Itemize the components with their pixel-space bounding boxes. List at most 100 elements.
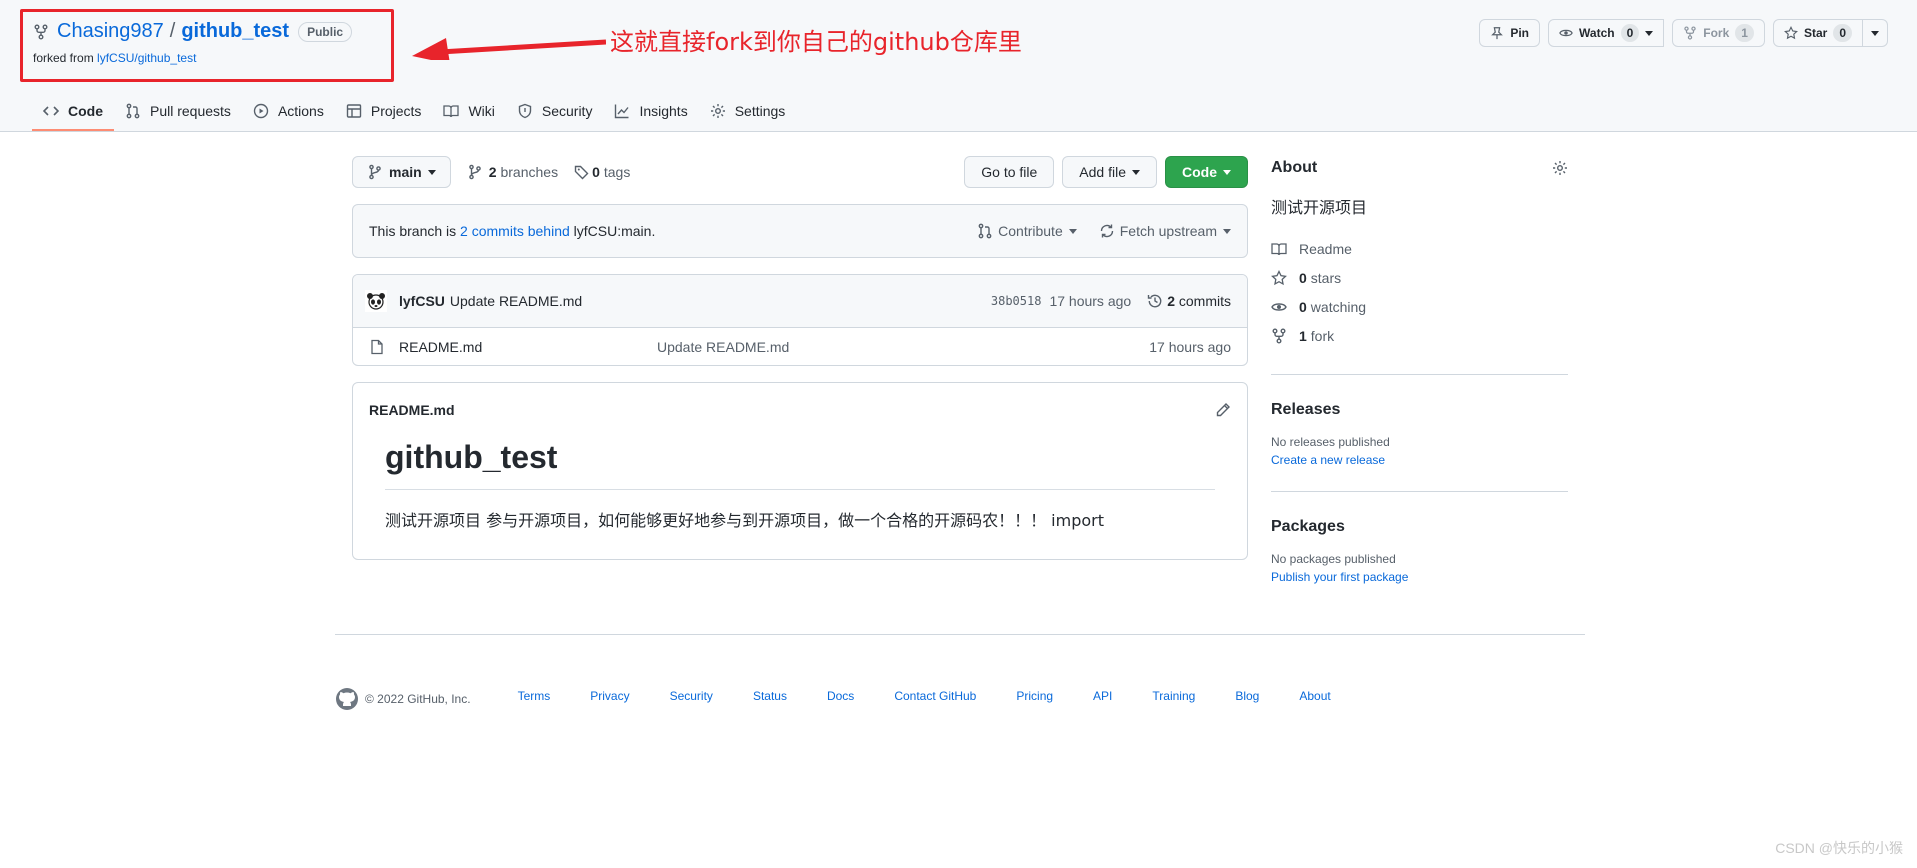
git-pull-request-icon bbox=[126, 103, 140, 119]
tags-link[interactable]: 0 tags bbox=[574, 164, 630, 180]
fork-label: Fork bbox=[1703, 26, 1730, 40]
repo-forked-icon bbox=[1684, 26, 1696, 40]
chevron-down-icon bbox=[1223, 169, 1231, 175]
readme-box: README.md github_test 测试开源项目 参与开源项目，如何能够… bbox=[352, 382, 1248, 560]
branches-link[interactable]: 2 branches bbox=[467, 164, 558, 180]
footer-link-security[interactable]: Security bbox=[670, 689, 713, 703]
tab-pull-requests[interactable]: Pull requests bbox=[114, 92, 242, 130]
pencil-icon[interactable] bbox=[1215, 402, 1231, 418]
watch-label: Watch bbox=[1579, 26, 1615, 40]
commits-behind-link[interactable]: 2 commits behind bbox=[460, 223, 570, 239]
repo-content: main 2 branches 0 tags Go to file Add fi… bbox=[352, 156, 1248, 560]
repo-sidebar: About 测试开源项目 Readme 0 stars 0 watching 1… bbox=[1271, 156, 1568, 584]
fork-button[interactable]: Fork 1 bbox=[1672, 19, 1765, 47]
pin-label: Pin bbox=[1510, 26, 1530, 40]
chevron-down-icon bbox=[1132, 169, 1140, 175]
tab-insights[interactable]: Insights bbox=[603, 92, 698, 130]
forks-link[interactable]: 1 fork bbox=[1271, 321, 1568, 350]
about-header: About bbox=[1271, 156, 1568, 180]
star-list-dropdown[interactable] bbox=[1863, 19, 1888, 47]
create-release-link[interactable]: Create a new release bbox=[1271, 453, 1568, 467]
footer-link-privacy[interactable]: Privacy bbox=[590, 689, 629, 703]
github-logo-icon[interactable] bbox=[335, 687, 359, 711]
branch-name: main bbox=[389, 164, 422, 180]
fork-count: 1 bbox=[1299, 327, 1307, 344]
fetch-upstream-label: Fetch upstream bbox=[1119, 223, 1217, 239]
pin-button[interactable]: Pin bbox=[1479, 19, 1541, 47]
readme-heading: github_test bbox=[385, 437, 1215, 490]
readme-filename: README.md bbox=[369, 402, 455, 418]
star-icon bbox=[1784, 26, 1798, 40]
tab-label: Code bbox=[68, 103, 103, 119]
play-icon bbox=[253, 103, 269, 119]
tab-projects[interactable]: Projects bbox=[335, 92, 433, 130]
star-button[interactable]: Star 0 bbox=[1772, 19, 1863, 47]
branch-select-button[interactable]: main bbox=[352, 156, 451, 188]
eye-icon bbox=[1559, 29, 1573, 37]
footer-link-docs[interactable]: Docs bbox=[827, 689, 854, 703]
contribute-label: Contribute bbox=[998, 223, 1063, 239]
releases-empty: No releases published bbox=[1271, 435, 1390, 449]
footer-link-status[interactable]: Status bbox=[753, 689, 787, 703]
commit-sha-link[interactable]: 38b0518 bbox=[991, 294, 1042, 308]
tab-actions[interactable]: Actions bbox=[242, 92, 335, 130]
footer-link-about[interactable]: About bbox=[1299, 689, 1330, 703]
footer-link-pricing[interactable]: Pricing bbox=[1016, 689, 1053, 703]
eye-icon bbox=[1271, 302, 1287, 311]
watch-counter: 0 bbox=[1620, 24, 1640, 42]
add-file-label: Add file bbox=[1079, 164, 1126, 180]
code-icon bbox=[43, 106, 59, 116]
commit-message-link[interactable]: Update README.md bbox=[450, 293, 582, 309]
watching-label: watching bbox=[1310, 298, 1367, 315]
annotation-highlight-box bbox=[20, 9, 394, 82]
file-row: README.md Update README.md 17 hours ago bbox=[353, 328, 1247, 365]
watermark: CSDN @快乐的小猴 bbox=[1775, 840, 1903, 856]
tag-icon bbox=[574, 165, 589, 180]
publish-package-link[interactable]: Publish your first package bbox=[1271, 570, 1568, 584]
star-group: Star 0 bbox=[1772, 19, 1888, 47]
footer-link-contact[interactable]: Contact GitHub bbox=[894, 689, 976, 703]
file-name-link[interactable]: README.md bbox=[399, 339, 657, 355]
tab-label: Insights bbox=[639, 103, 688, 119]
packages-section: Packages No packages published Publish y… bbox=[1271, 491, 1568, 584]
stars-count: 0 bbox=[1299, 269, 1307, 286]
git-pull-request-icon bbox=[978, 223, 992, 239]
footer-link-blog[interactable]: Blog bbox=[1235, 689, 1259, 703]
packages-empty: No packages published bbox=[1271, 552, 1396, 566]
tab-wiki[interactable]: Wiki bbox=[432, 92, 505, 130]
commit-author-link[interactable]: lyfCSU bbox=[399, 293, 445, 309]
releases-title: Releases bbox=[1271, 401, 1341, 418]
annotation-text: 这就直接fork到你自己的github仓库里 bbox=[610, 28, 1022, 56]
add-file-button[interactable]: Add file bbox=[1062, 156, 1157, 188]
history-icon bbox=[1147, 294, 1162, 308]
graph-icon bbox=[615, 104, 629, 119]
stars-link[interactable]: 0 stars bbox=[1271, 263, 1568, 292]
file-commit-message-link[interactable]: Update README.md bbox=[657, 339, 789, 355]
footer-link-api[interactable]: API bbox=[1093, 689, 1112, 703]
gear-icon[interactable] bbox=[1552, 160, 1568, 176]
watchers-link[interactable]: 0 watching bbox=[1271, 292, 1568, 321]
code-button[interactable]: Code bbox=[1165, 156, 1248, 188]
avatar[interactable] bbox=[365, 290, 387, 312]
footer-link-training[interactable]: Training bbox=[1152, 689, 1195, 703]
readme-link[interactable]: Readme bbox=[1271, 234, 1568, 263]
tab-security[interactable]: Security bbox=[506, 92, 604, 130]
tab-code[interactable]: Code bbox=[32, 92, 114, 131]
tab-label: Security bbox=[541, 103, 593, 119]
watch-button[interactable]: Watch 0 bbox=[1548, 19, 1665, 47]
go-to-file-button[interactable]: Go to file bbox=[964, 156, 1055, 188]
footer: © 2022 GitHub, Inc. Terms Privacy Securi… bbox=[335, 634, 1585, 710]
contribute-button[interactable]: Contribute bbox=[977, 223, 1077, 239]
commits-history-link[interactable]: 2 commits bbox=[1147, 293, 1231, 309]
branches-label: branches bbox=[500, 164, 559, 180]
footer-link-terms[interactable]: Terms bbox=[518, 689, 551, 703]
commits-label: commits bbox=[1178, 293, 1231, 309]
sync-icon bbox=[1100, 224, 1113, 238]
fetch-upstream-button[interactable]: Fetch upstream bbox=[1099, 223, 1231, 239]
branch-info-prefix: This branch is bbox=[369, 223, 457, 239]
branch-info-suffix: lyfCSU:main. bbox=[573, 223, 656, 239]
commit-time: 17 hours ago bbox=[1049, 293, 1132, 309]
star-label: Star bbox=[1803, 26, 1828, 40]
readme-content: github_test 测试开源项目 参与开源项目，如何能够更好地参与到开源项目… bbox=[353, 437, 1247, 559]
tab-settings[interactable]: Settings bbox=[699, 92, 797, 130]
